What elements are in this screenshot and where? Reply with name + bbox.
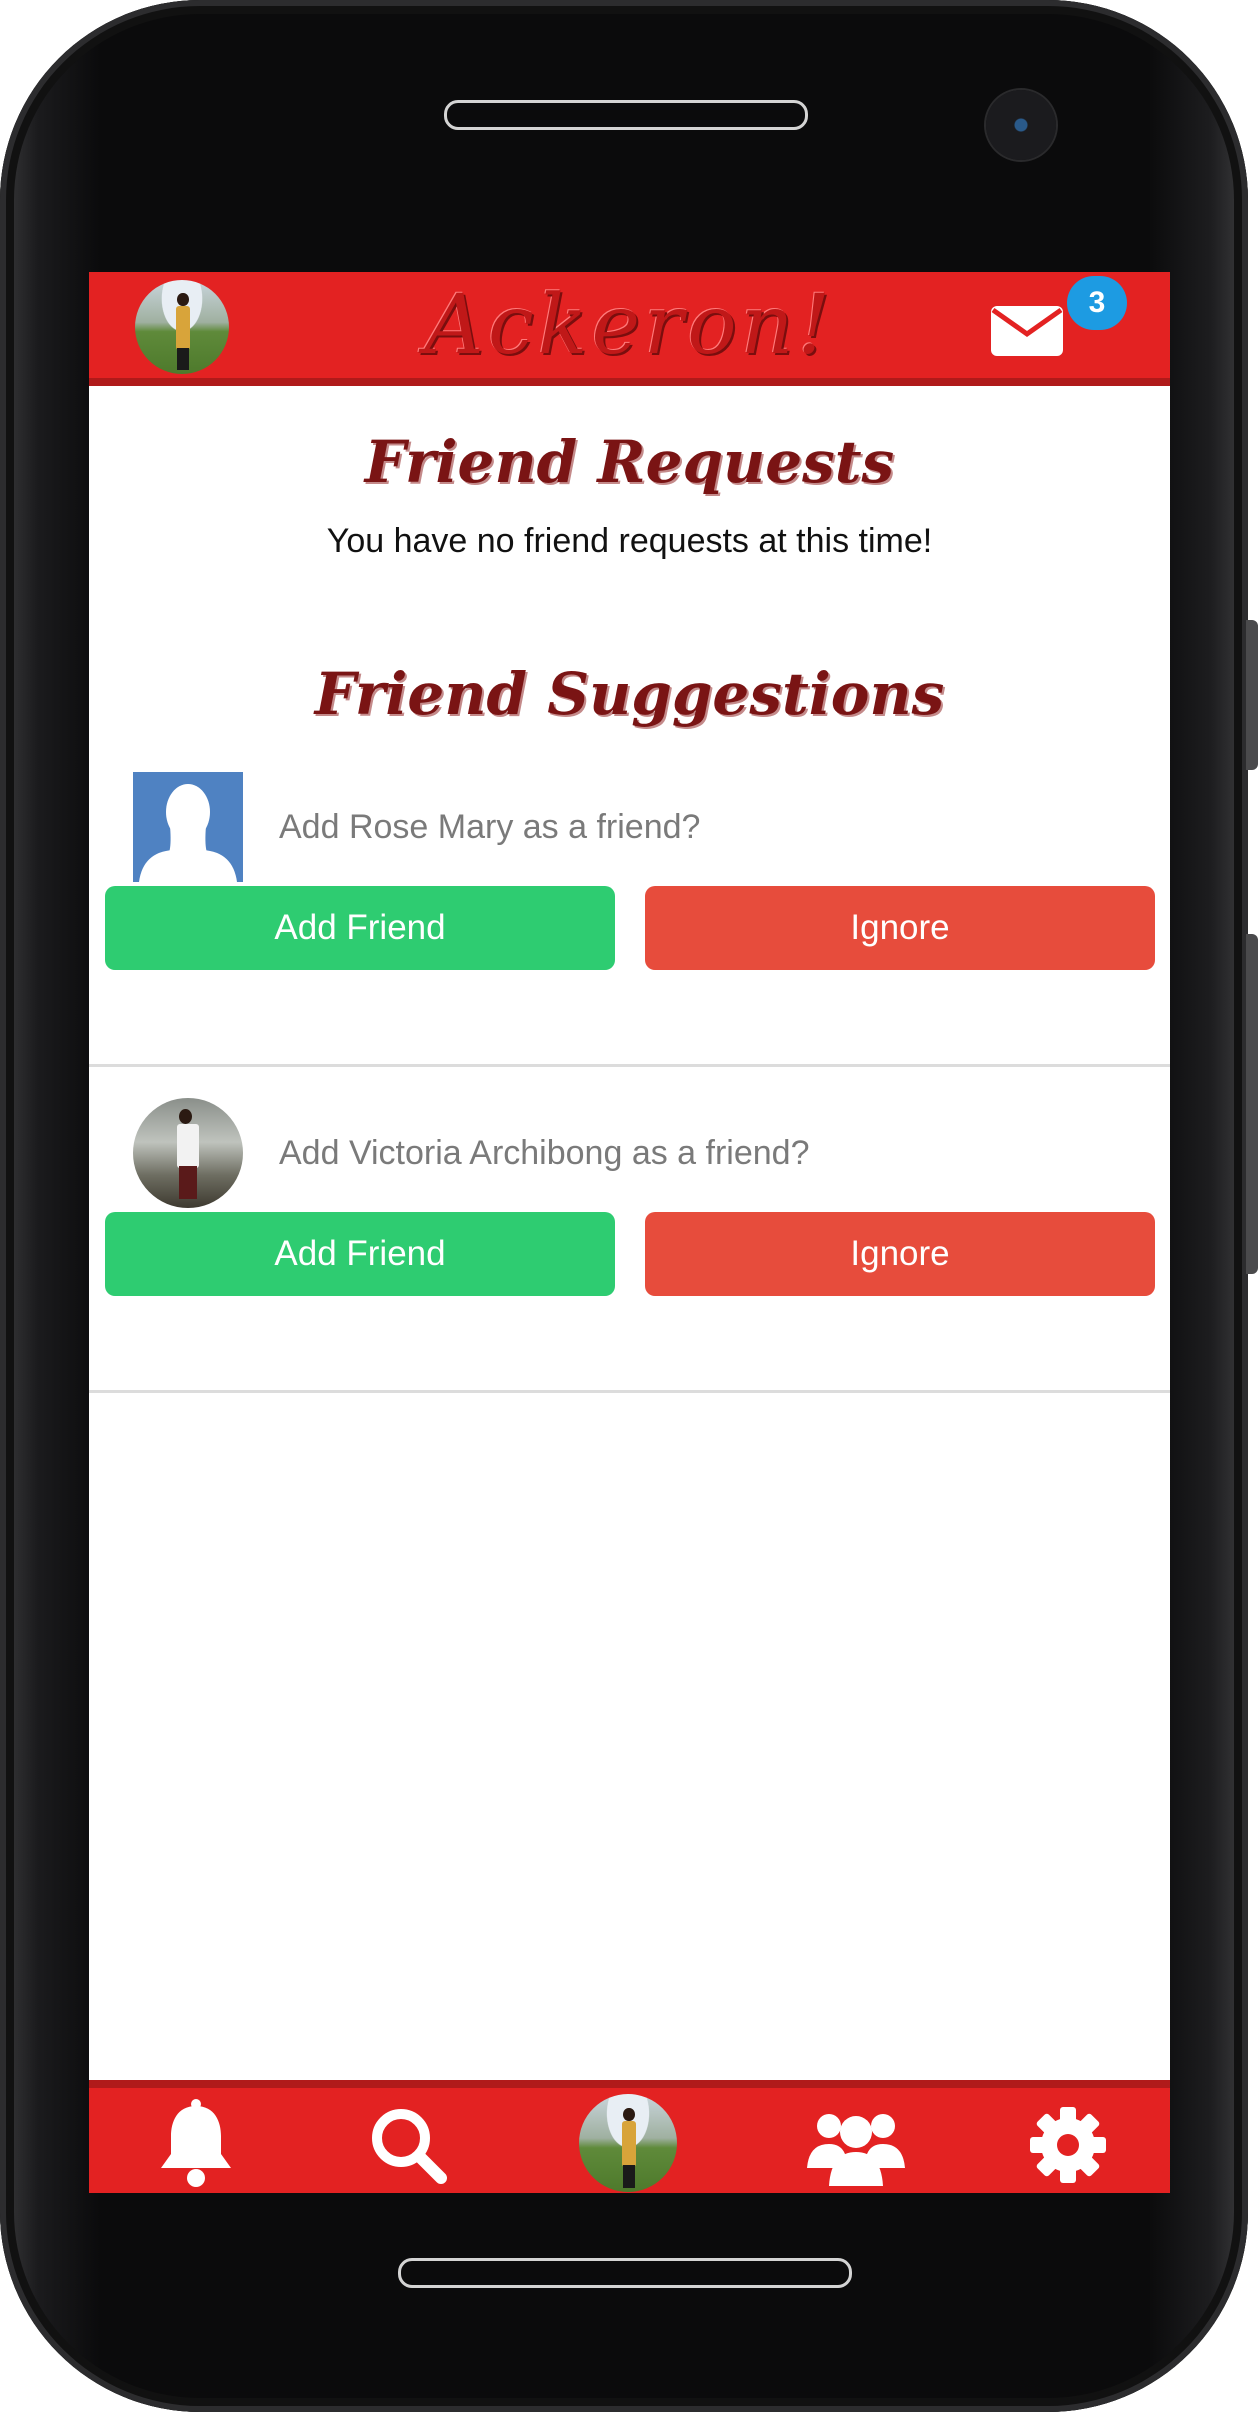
bottom-nav <box>89 2080 1170 2193</box>
add-friend-button[interactable]: Add Friend <box>105 1212 615 1296</box>
no-requests-message: You have no friend requests at this time… <box>326 522 933 560</box>
gear-icon[interactable] <box>1013 2096 1123 2193</box>
earpiece-speaker <box>444 100 808 130</box>
suggestion-item: Add Rose Mary as a friend? Add Friend Ig… <box>89 738 1170 1067</box>
suggestion-prompt: Add Victoria Archibong as a friend? <box>279 1134 810 1172</box>
suggestion-item: Add Victoria Archibong as a friend? Add … <box>89 1064 1170 1393</box>
front-camera <box>986 90 1056 160</box>
side-button-volume <box>1246 620 1258 770</box>
app-screen: Ackeron! 3 Friend Requests You have no f… <box>89 272 1170 2193</box>
profile-avatar[interactable] <box>579 2094 677 2192</box>
ignore-button[interactable]: Ignore <box>645 886 1155 970</box>
search-icon[interactable] <box>353 2096 463 2193</box>
users-icon[interactable] <box>801 2096 911 2193</box>
mail-badge: 3 <box>1067 276 1127 330</box>
app-header: Ackeron! 3 <box>89 272 1170 386</box>
mail-icon[interactable] <box>989 300 1065 358</box>
bottom-speaker <box>398 2258 852 2288</box>
side-button-power <box>1246 934 1258 1274</box>
person-silhouette-icon <box>139 784 237 882</box>
friend-requests-title: Friend Requests <box>364 428 895 496</box>
add-friend-button[interactable]: Add Friend <box>105 886 615 970</box>
phone-frame: Ackeron! 3 Friend Requests You have no f… <box>0 0 1258 2412</box>
ignore-button[interactable]: Ignore <box>645 1212 1155 1296</box>
suggestion-prompt: Add Rose Mary as a friend? <box>279 808 701 846</box>
friend-suggestions-title: Friend Suggestions <box>314 660 945 728</box>
default-avatar <box>133 772 243 882</box>
bell-icon[interactable] <box>141 2096 251 2193</box>
suggestion-avatar <box>133 1098 243 1208</box>
